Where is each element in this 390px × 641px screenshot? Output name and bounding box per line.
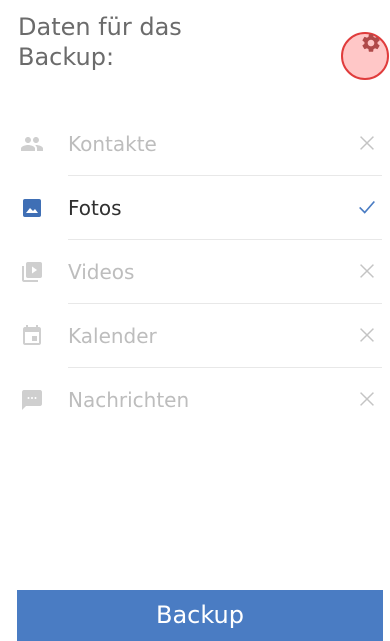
settings-button[interactable] — [341, 32, 389, 80]
list-item-kontakte[interactable]: Kontakte — [0, 112, 390, 176]
list-item-nachrichten[interactable]: Nachrichten — [0, 368, 390, 432]
check-icon[interactable] — [356, 196, 378, 218]
close-icon[interactable] — [356, 324, 378, 346]
video-icon — [22, 262, 42, 282]
backup-button[interactable]: Backup — [17, 590, 383, 641]
backup-data-list: Kontakte Fotos Videos Kalender Nachricht… — [0, 112, 390, 432]
list-item-label: Nachrichten — [68, 388, 190, 412]
list-item-label: Kontakte — [68, 132, 157, 156]
calendar-icon — [23, 325, 41, 345]
photo-icon — [23, 199, 41, 217]
close-icon[interactable] — [356, 132, 378, 154]
list-item-label: Videos — [68, 260, 135, 284]
page-title: Daten für das Backup: — [18, 13, 182, 71]
list-item-label: Fotos — [68, 196, 122, 220]
close-icon[interactable] — [356, 260, 378, 282]
list-item-kalender[interactable]: Kalender — [0, 304, 390, 368]
gear-icon — [362, 34, 380, 52]
message-icon — [22, 390, 42, 410]
close-icon[interactable] — [356, 388, 378, 410]
people-icon — [21, 137, 43, 151]
list-item-videos[interactable]: Videos — [0, 240, 390, 304]
list-item-fotos[interactable]: Fotos — [0, 176, 390, 240]
list-item-label: Kalender — [68, 324, 157, 348]
